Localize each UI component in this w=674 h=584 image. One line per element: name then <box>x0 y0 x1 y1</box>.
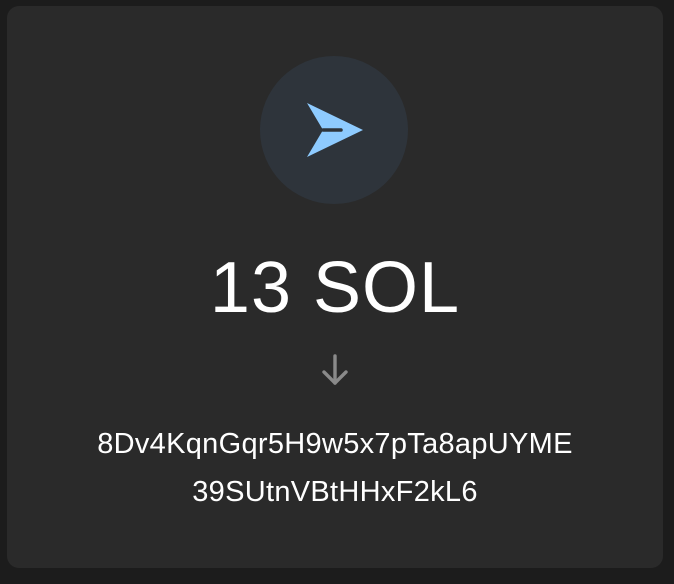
arrow-down-icon <box>318 350 352 390</box>
amount-label: 13 SOL <box>209 248 461 328</box>
recipient-address-line-1: 8Dv4KqnGqr5H9w5x7pTa8apUYME <box>97 428 573 460</box>
send-icon-badge <box>260 56 408 204</box>
send-icon <box>299 95 369 165</box>
recipient-address-line-2: 39SUtnVBtHHxF2kL6 <box>192 476 478 508</box>
recipient-address: 8Dv4KqnGqr5H9w5x7pTa8apUYME 39SUtnVBtHHx… <box>7 420 663 516</box>
transfer-card: 13 SOL 8Dv4KqnGqr5H9w5x7pTa8apUYME 39SUt… <box>7 6 663 568</box>
